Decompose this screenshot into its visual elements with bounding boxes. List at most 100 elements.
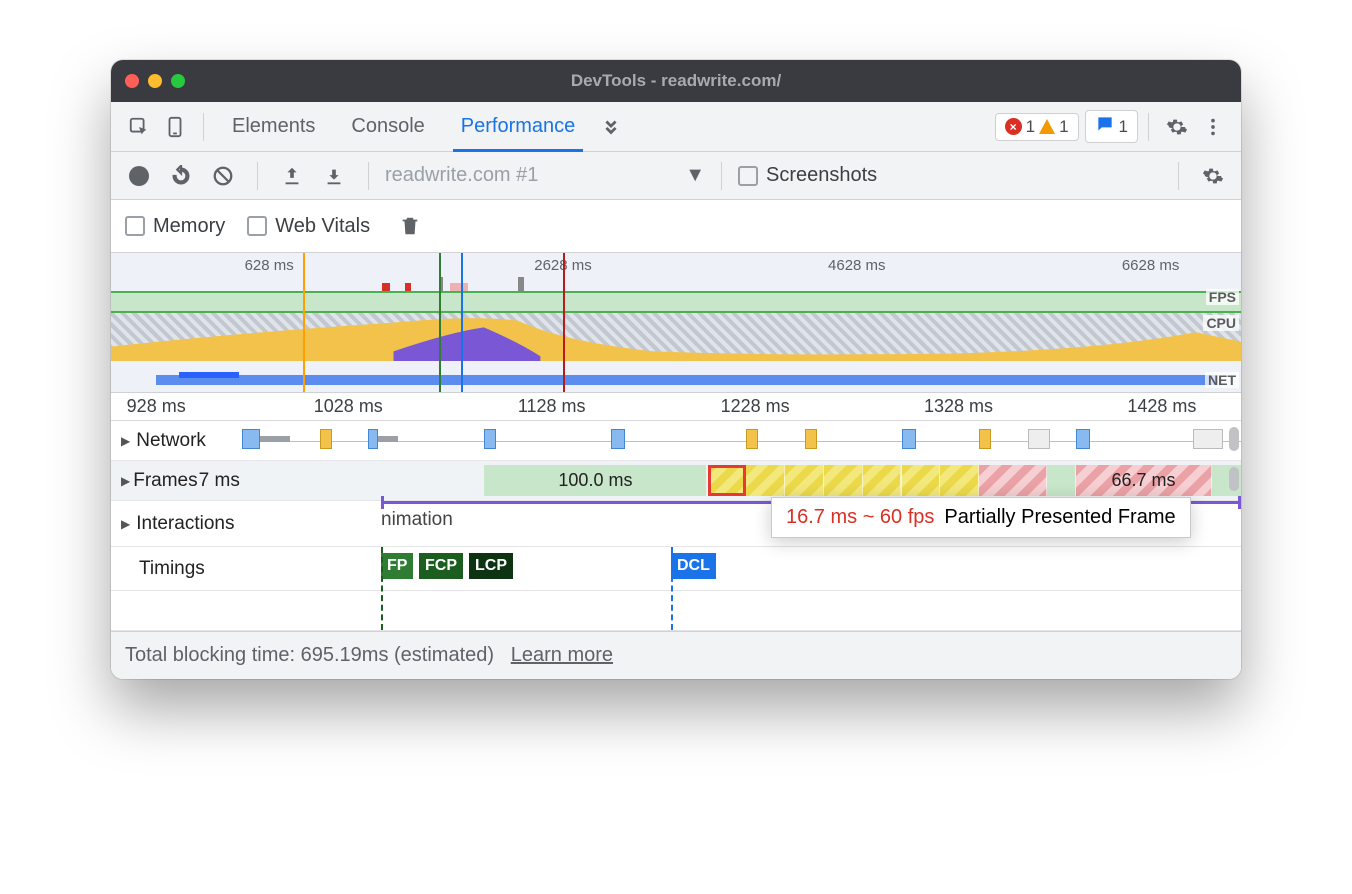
marker-orange [303,253,305,392]
upload-icon[interactable] [274,158,310,194]
timeline-overview[interactable]: 628 ms 2628 ms 4628 ms 6628 ms FPS CPU [111,253,1241,393]
detail-ruler[interactable]: 928 ms 1028 ms 1128 ms 1228 ms 1328 ms 1… [111,393,1241,421]
scrollbar-thumb[interactable] [1229,427,1239,451]
tab-console[interactable]: Console [333,102,442,152]
error-icon: × [1005,118,1022,135]
track-label: Timings [139,558,205,580]
tooltip-timing: 16.7 ms ~ 60 fps [786,506,934,529]
inspect-icon[interactable] [121,109,157,145]
capture-settings-icon[interactable] [1195,158,1231,194]
ruler-tick: 1428 ms [1127,396,1196,417]
divider [203,113,204,141]
warning-count: 1 [1059,117,1068,137]
screenshots-label: Screenshots [766,164,877,187]
summary-footer: Total blocking time: 695.19ms (estimated… [111,631,1241,679]
message-count: 1 [1119,117,1128,137]
settings-icon[interactable] [1159,109,1195,145]
track-frames[interactable]: ▶ Frames 7 ms 100.0 ms 66.7 ms [111,461,1241,501]
reload-record-button[interactable] [163,158,199,194]
ruler-tick: 1228 ms [721,396,790,417]
perf-options: Memory Web Vitals [111,200,1241,253]
minimize-icon[interactable] [148,74,162,88]
kebab-menu-icon[interactable] [1195,109,1231,145]
webvitals-label: Web Vitals [275,215,370,238]
webvitals-checkbox[interactable]: Web Vitals [247,215,370,238]
divider [368,162,369,190]
timing-dcl[interactable]: DCL [671,553,716,579]
divider [1178,162,1179,190]
expand-icon: ▶ [121,517,130,531]
timing-lcp[interactable]: LCP [469,553,513,579]
screenshots-checkbox[interactable]: Screenshots [738,164,877,187]
learn-more-link[interactable]: Learn more [511,644,613,666]
more-tabs-icon[interactable] [593,109,629,145]
animation-label: nimation [381,509,453,531]
marker-green [439,253,441,392]
track-body-frames[interactable]: 100.0 ms 66.7 ms [271,461,1241,500]
net-label: NET [1205,372,1239,388]
tab-elements[interactable]: Elements [214,102,333,152]
devtools-window: DevTools - readwrite.com/ Elements Conso… [111,60,1241,679]
tab-performance[interactable]: Performance [443,102,594,152]
fps-label: FPS [1206,289,1239,305]
tooltip-label: Partially Presented Frame [944,506,1175,529]
window-title: DevTools - readwrite.com/ [111,71,1241,91]
marker-fp-line [381,547,383,630]
frame-partial-duration: 7 ms [199,470,240,492]
checkbox-icon [125,216,145,236]
device-toggle-icon[interactable] [157,109,193,145]
frame-duration: 100.0 ms [558,470,632,491]
track-body-timings[interactable]: FP FCP LCP DCL [271,547,1241,590]
download-icon[interactable] [316,158,352,194]
track-header-interactions[interactable]: ▶ Interactions [111,501,271,546]
trash-icon[interactable] [392,208,428,244]
error-count: 1 [1026,117,1035,137]
memory-label: Memory [153,215,225,238]
divider [721,162,722,190]
frame-tooltip: 16.7 ms ~ 60 fps Partially Presented Fra… [771,497,1191,538]
blocking-time-label: Total blocking time: 695.19ms (estimated… [125,644,494,666]
track-header-timings[interactable]: Timings [111,547,271,590]
marker-red [563,253,565,392]
ruler-tick: 928 ms [127,396,186,417]
frame-duration: 66.7 ms [1111,470,1175,491]
track-empty [111,591,1241,631]
ruler-tick: 1128 ms [518,396,586,417]
recording-select-label: readwrite.com #1 [385,164,538,187]
overview-tick: 4628 ms [828,257,886,274]
titlebar: DevTools - readwrite.com/ [111,60,1241,102]
scrollbar-thumb[interactable] [1229,467,1239,491]
ruler-tick: 1028 ms [314,396,383,417]
track-timings[interactable]: Timings FP FCP LCP DCL [111,547,1241,591]
chevron-down-icon: ▼ [685,164,705,187]
close-icon[interactable] [125,74,139,88]
recording-select[interactable]: readwrite.com #1 ▼ [385,164,705,187]
traffic-lights [125,74,185,88]
status-badges: × 1 1 1 [995,110,1138,143]
maximize-icon[interactable] [171,74,185,88]
overview-tick: 628 ms [245,257,294,274]
track-body-interactions[interactable]: nimation 16.7 ms ~ 60 fps Partially Pres… [271,501,1241,546]
expand-icon: ▶ [121,474,130,488]
memory-checkbox[interactable]: Memory [125,215,225,238]
track-header-frames[interactable]: ▶ Frames 7 ms [111,461,271,500]
errors-badge[interactable]: × 1 1 [995,113,1079,141]
track-body-network[interactable] [271,421,1241,460]
track-network[interactable]: ▶ Network [111,421,1241,461]
ruler-tick: 1328 ms [924,396,993,417]
record-button[interactable] [121,158,157,194]
expand-icon: ▶ [121,434,130,448]
divider [1148,113,1149,141]
track-label: Interactions [136,513,234,535]
checkbox-icon [247,216,267,236]
clear-button[interactable] [205,158,241,194]
track-label: Frames [133,470,197,492]
timing-fcp[interactable]: FCP [419,553,463,579]
overview-cpu-lane: CPU [111,313,1241,361]
messages-badge[interactable]: 1 [1085,110,1138,143]
overview-net-lane: NET [111,372,1241,390]
frame-selected[interactable] [708,465,747,496]
track-interactions[interactable]: ▶ Interactions nimation 16.7 ms ~ 60 fps… [111,501,1241,547]
timing-fp[interactable]: FP [381,553,413,579]
track-label: Network [136,430,206,452]
